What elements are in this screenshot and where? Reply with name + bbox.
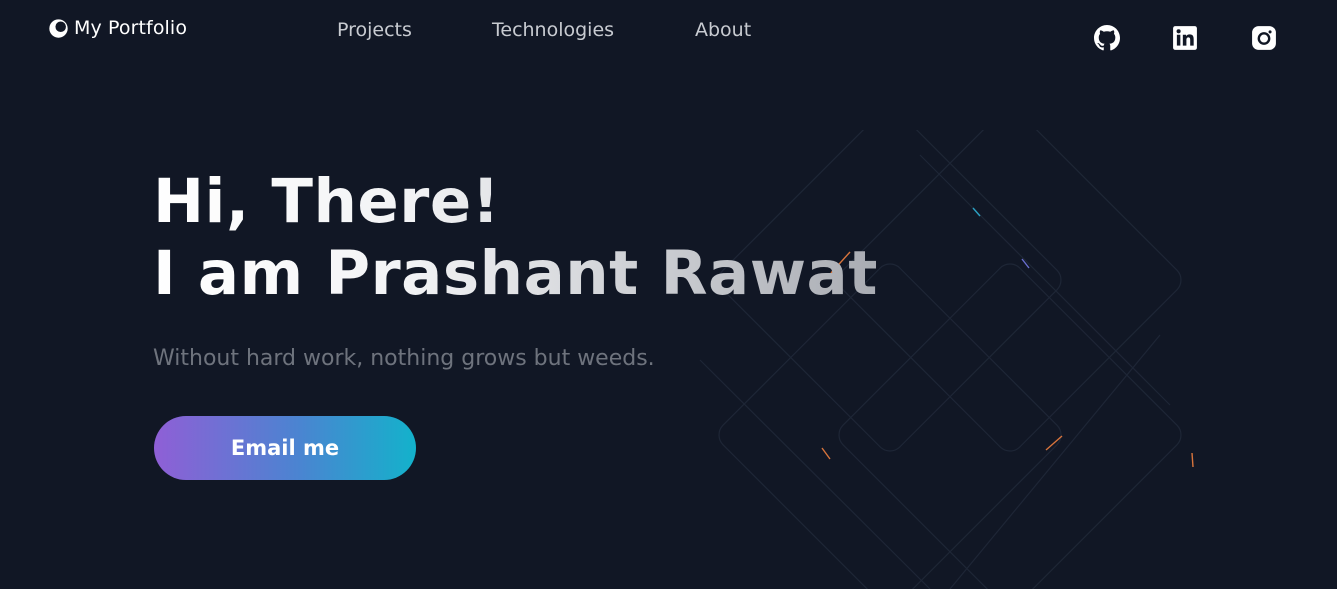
- logo-icon: [49, 18, 68, 38]
- github-link[interactable]: [1093, 24, 1121, 52]
- instagram-link[interactable]: [1250, 24, 1278, 52]
- nav-link-about[interactable]: About: [695, 19, 751, 41]
- hero-heading: Hi, There! I am Prashant Rawat: [153, 166, 878, 310]
- nav-link-technologies[interactable]: Technologies: [492, 19, 614, 41]
- hero-greeting: Hi, There!: [153, 166, 501, 237]
- instagram-icon: [1252, 26, 1276, 50]
- hero-name: I am Prashant Rawat: [153, 238, 878, 309]
- brand-logo[interactable]: My Portfolio: [48, 17, 187, 39]
- github-icon: [1094, 25, 1120, 51]
- linkedin-icon: [1173, 26, 1197, 50]
- nav-link-projects[interactable]: Projects: [337, 19, 412, 41]
- brand-name: My Portfolio: [74, 17, 188, 39]
- email-me-button[interactable]: Email me: [154, 416, 416, 480]
- hero-tagline: Without hard work, nothing grows but wee…: [153, 346, 655, 371]
- linkedin-link[interactable]: [1171, 24, 1199, 52]
